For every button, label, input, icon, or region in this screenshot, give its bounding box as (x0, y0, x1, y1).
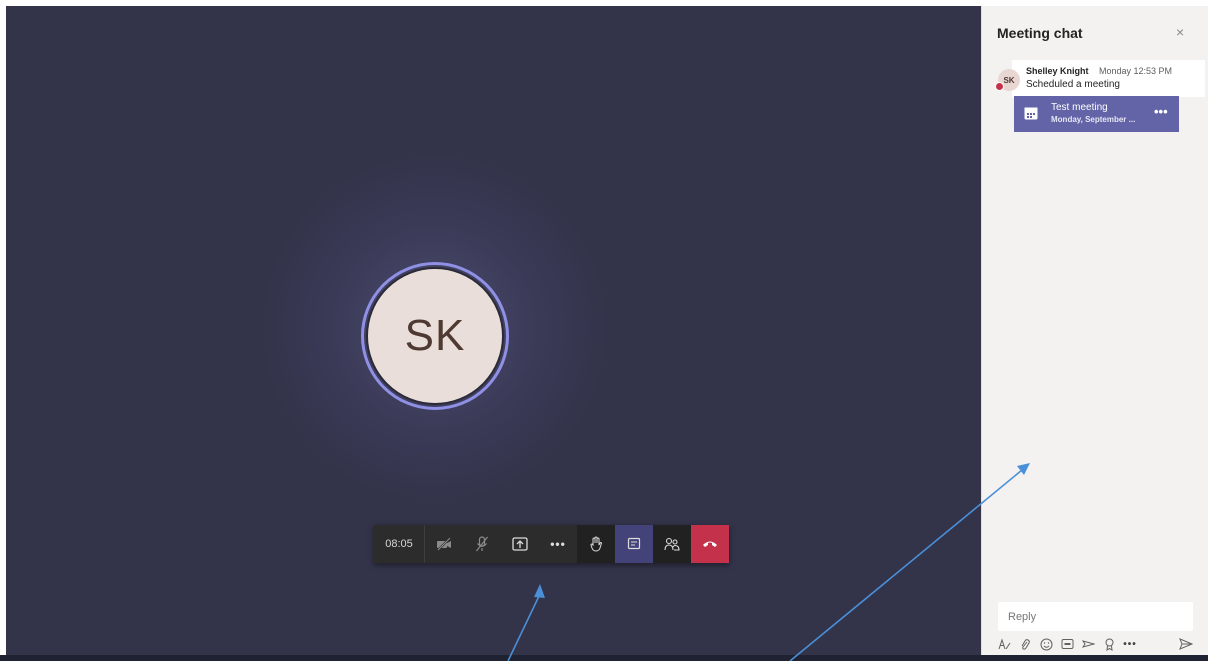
close-icon[interactable]: × (1176, 24, 1184, 40)
emoji-icon[interactable] (1038, 637, 1054, 651)
send-icon[interactable] (1178, 637, 1194, 651)
share-screen-icon (512, 537, 528, 551)
more-options-icon[interactable]: ••• (1122, 637, 1138, 651)
participant-initials: SK (404, 311, 466, 360)
more-actions-icon: ••• (550, 537, 566, 551)
share-button[interactable] (501, 525, 539, 563)
hang-up-button[interactable] (691, 525, 729, 563)
raise-hand-icon (590, 536, 603, 552)
compose-toolbar: ••• (996, 637, 1194, 651)
hang-up-icon (703, 541, 717, 547)
participants-icon (664, 537, 680, 551)
call-timer: 08:05 (374, 525, 425, 563)
meeting-stage: SK 08:05 ••• (6, 6, 981, 655)
mic-button[interactable] (463, 525, 501, 563)
gif-icon[interactable] (1059, 637, 1075, 651)
message-bubble: Shelley Knight Monday 12:53 PM Scheduled… (1012, 60, 1205, 97)
meeting-chat-panel: Meeting chat × Shelley Knight Monday 12:… (981, 6, 1208, 655)
calendar-icon (1024, 107, 1038, 120)
raise-hand-button[interactable] (577, 525, 615, 563)
call-controls-toolbar: 08:05 ••• (374, 525, 729, 563)
meeting-title: Test meeting (1051, 102, 1108, 113)
meeting-card[interactable]: Test meeting Monday, September ... ••• (1014, 96, 1179, 132)
call-controls-primary: 08:05 ••• (374, 525, 577, 563)
meeting-date: Monday, September ... (1051, 115, 1136, 124)
participant-avatar: SK (366, 267, 504, 405)
mic-off-icon (476, 536, 488, 552)
praise-icon[interactable] (1101, 637, 1117, 651)
chat-button[interactable] (615, 525, 653, 563)
format-icon[interactable] (996, 637, 1012, 651)
camera-button[interactable] (425, 525, 463, 563)
taskbar-strip (0, 655, 1208, 661)
chat-icon (627, 537, 641, 550)
participants-button[interactable] (653, 525, 691, 563)
message-author: Shelley Knight (1026, 66, 1089, 76)
panel-title: Meeting chat (997, 25, 1083, 41)
participant-avatar-ring: SK (361, 262, 509, 410)
attach-icon[interactable] (1017, 637, 1033, 651)
presence-status-dot (995, 82, 1004, 91)
avatar-initials: SK (1003, 75, 1015, 85)
sticker-icon[interactable] (1080, 637, 1096, 651)
message-text: Scheduled a meeting (1026, 79, 1120, 90)
reply-input[interactable] (1008, 611, 1188, 623)
more-actions-button[interactable]: ••• (539, 525, 577, 563)
meeting-card-more-icon[interactable]: ••• (1154, 104, 1168, 119)
message-time: Monday 12:53 PM (1099, 66, 1173, 76)
reply-box[interactable] (998, 602, 1193, 631)
video-off-icon (437, 537, 451, 551)
chat-message: Shelley Knight Monday 12:53 PM Scheduled… (994, 60, 1205, 136)
